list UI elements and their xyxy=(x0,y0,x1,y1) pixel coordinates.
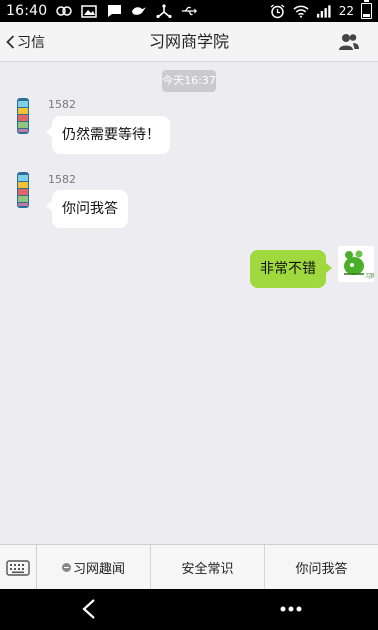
network-icon xyxy=(156,4,172,18)
avatar[interactable] xyxy=(14,98,32,134)
timestamp-pill: 今天16:37 xyxy=(162,70,216,92)
keyboard-icon xyxy=(6,559,30,576)
my-message-bubble[interactable]: 非常不错 xyxy=(250,250,332,288)
alarm-icon xyxy=(270,3,286,18)
back-button[interactable]: 习信 xyxy=(6,22,45,62)
menu-item-label: 习网趣闻 xyxy=(72,562,125,577)
navigation-bar xyxy=(0,589,378,630)
menu-item-safety[interactable]: 安全常识 xyxy=(151,545,265,590)
people-icon[interactable] xyxy=(338,32,360,52)
usb-icon xyxy=(181,4,198,18)
my-avatar[interactable]: 习网 xyxy=(338,246,377,282)
page-title: 习网商学院 xyxy=(148,32,229,51)
bird-icon xyxy=(131,4,147,18)
bottom-menu: 习网趣闻 安全常识 你问我答 xyxy=(0,544,378,590)
battery-level: 22 xyxy=(338,4,354,18)
menu-item-label: 你问我答 xyxy=(295,562,348,577)
sender-name: 1582 xyxy=(48,173,76,186)
status-time: 16:40 xyxy=(6,3,48,19)
sender-name: 1582 xyxy=(48,98,76,111)
message-bubble[interactable]: 你问我答 xyxy=(46,190,128,228)
back-label: 习信 xyxy=(17,35,45,51)
battery-icon xyxy=(361,0,372,19)
menu-item-qa[interactable]: 你问我答 xyxy=(265,545,378,590)
title-bar: 习信 习网商学院 xyxy=(0,22,378,62)
circles-icon xyxy=(56,4,73,18)
status-bar: 16:40 22 xyxy=(0,0,378,22)
message-bubble[interactable]: 仍然需要等待！ xyxy=(46,116,170,154)
keyboard-button[interactable] xyxy=(0,545,37,590)
signal-icon xyxy=(316,4,332,18)
wifi-icon xyxy=(293,4,309,18)
message-icon xyxy=(106,4,122,18)
chevron-left-icon xyxy=(6,35,15,49)
more-icon[interactable] xyxy=(280,605,302,613)
image-icon xyxy=(81,4,98,18)
menu-item-label: 安全常识 xyxy=(181,562,234,577)
avatar-brand-text: 习网 xyxy=(365,273,374,280)
menu-item-fun-news[interactable]: 习网趣闻 xyxy=(37,545,151,590)
avatar[interactable] xyxy=(14,172,32,208)
submenu-icon xyxy=(61,563,71,572)
nav-back-icon[interactable] xyxy=(80,598,98,620)
